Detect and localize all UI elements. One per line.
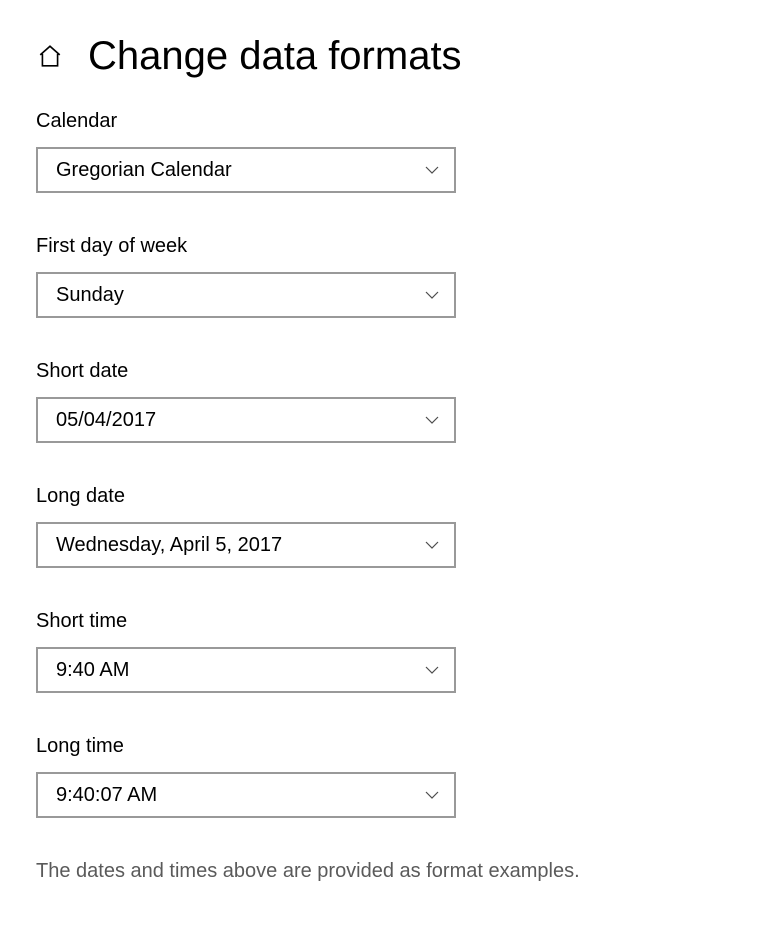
- chevron-down-icon: [424, 287, 440, 303]
- field-short-time: Short time 9:40 AM: [36, 610, 742, 693]
- short-date-select[interactable]: 05/04/2017: [36, 397, 456, 443]
- field-short-date: Short date 05/04/2017: [36, 360, 742, 443]
- first-day-label: First day of week: [36, 235, 742, 258]
- short-time-select[interactable]: 9:40 AM: [36, 647, 456, 693]
- short-date-value: 05/04/2017: [56, 409, 156, 432]
- field-calendar: Calendar Gregorian Calendar: [36, 110, 742, 193]
- field-first-day: First day of week Sunday: [36, 235, 742, 318]
- calendar-value: Gregorian Calendar: [56, 159, 232, 182]
- short-time-value: 9:40 AM: [56, 659, 129, 682]
- long-date-label: Long date: [36, 485, 742, 508]
- chevron-down-icon: [424, 537, 440, 553]
- field-long-time: Long time 9:40:07 AM: [36, 735, 742, 818]
- chevron-down-icon: [424, 412, 440, 428]
- footer-note: The dates and times above are provided a…: [36, 860, 742, 883]
- short-date-label: Short date: [36, 360, 742, 383]
- home-icon[interactable]: [36, 42, 64, 70]
- chevron-down-icon: [424, 787, 440, 803]
- long-time-label: Long time: [36, 735, 742, 758]
- long-date-select[interactable]: Wednesday, April 5, 2017: [36, 522, 456, 568]
- long-time-value: 9:40:07 AM: [56, 784, 157, 807]
- first-day-select[interactable]: Sunday: [36, 272, 456, 318]
- calendar-select[interactable]: Gregorian Calendar: [36, 147, 456, 193]
- chevron-down-icon: [424, 662, 440, 678]
- calendar-label: Calendar: [36, 110, 742, 133]
- short-time-label: Short time: [36, 610, 742, 633]
- page-header: Change data formats: [36, 36, 742, 76]
- first-day-value: Sunday: [56, 284, 124, 307]
- long-time-select[interactable]: 9:40:07 AM: [36, 772, 456, 818]
- field-long-date: Long date Wednesday, April 5, 2017: [36, 485, 742, 568]
- chevron-down-icon: [424, 162, 440, 178]
- long-date-value: Wednesday, April 5, 2017: [56, 534, 282, 557]
- page-title: Change data formats: [88, 36, 462, 76]
